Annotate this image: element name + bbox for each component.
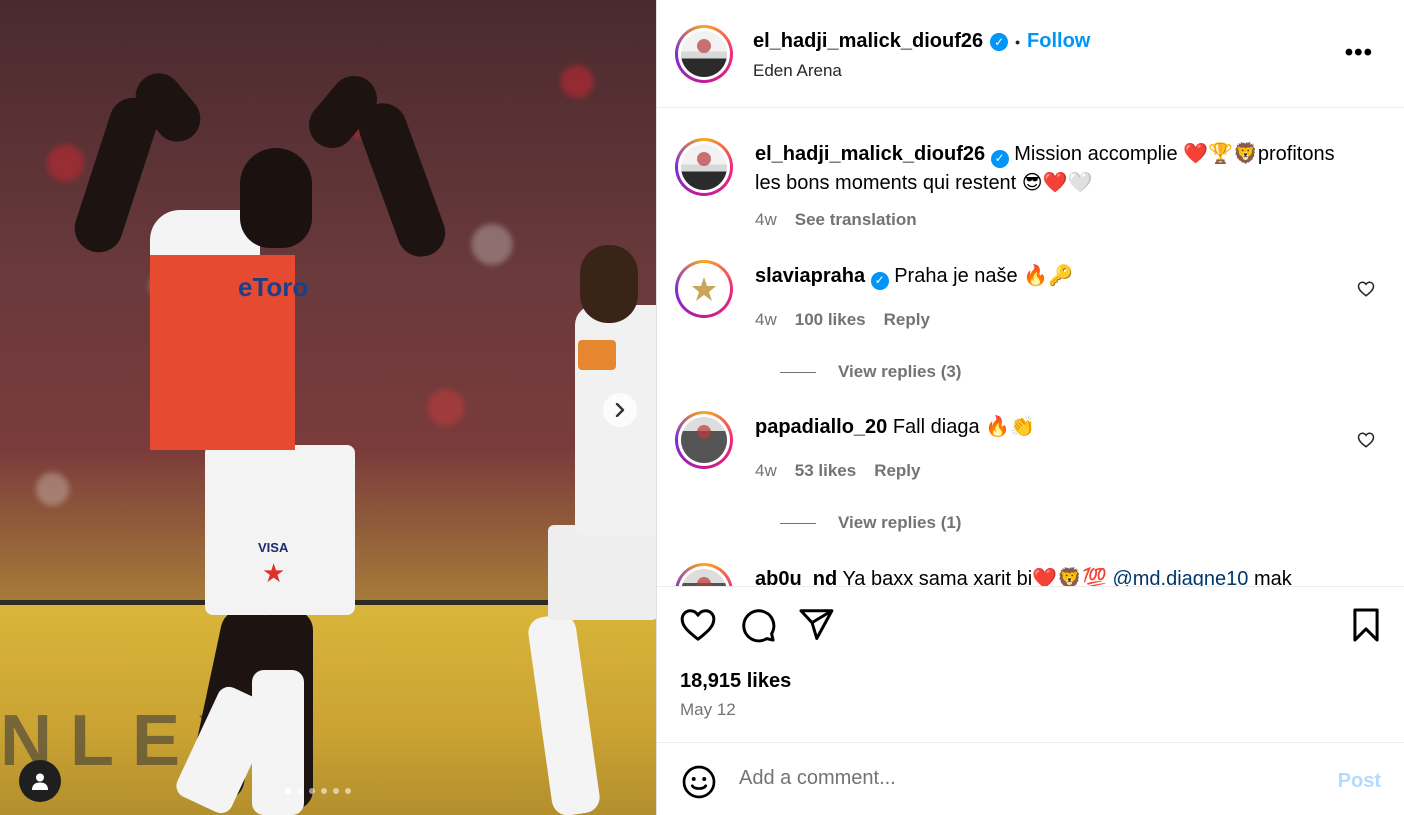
tagged-users-button[interactable]	[19, 760, 61, 802]
comment-username[interactable]: papadiallo_20	[755, 416, 887, 438]
comment-meta: 4w 100 likes Reply	[755, 310, 930, 330]
comments-divider	[657, 586, 1404, 587]
post-location[interactable]: Eden Arena	[753, 61, 842, 81]
verified-badge-icon: ✓	[990, 32, 1009, 51]
share-send-icon[interactable]	[797, 606, 835, 644]
author-avatar[interactable]	[675, 25, 733, 83]
view-replies-label: View replies (3)	[838, 362, 962, 381]
player-shorts	[205, 445, 355, 615]
caption-meta: 4w See translation	[755, 210, 917, 230]
comment-mention[interactable]: @md.diagne10	[1112, 568, 1248, 586]
reply-button[interactable]: Reply	[874, 461, 920, 481]
post-comment-button[interactable]: Post	[1338, 770, 1381, 793]
shorts-sponsor: VISA	[258, 540, 289, 555]
see-translation-button[interactable]: See translation	[795, 210, 917, 230]
post-media[interactable]: NLEY VISA ★ eToro	[0, 0, 656, 815]
caption-time[interactable]: 4w	[755, 210, 777, 230]
comment-body: Ya baxx sama xarit bi❤️🦁💯	[842, 568, 1107, 586]
carousel-dot	[297, 788, 303, 794]
post-header: el_hadji_malick_diouf26 ✓ • Follow Eden …	[675, 25, 1395, 85]
user-icon	[32, 773, 48, 790]
comment-username[interactable]: ab0u_nd	[755, 568, 837, 586]
post-side-panel: el_hadji_malick_diouf26 ✓ • Follow Eden …	[656, 0, 1404, 815]
caption-text: el_hadji_malick_diouf26 ✓ Mission accomp…	[755, 140, 1365, 198]
follow-button[interactable]: Follow	[1027, 30, 1090, 53]
carousel-next-button[interactable]	[603, 393, 637, 427]
author-username[interactable]: el_hadji_malick_diouf26	[753, 30, 983, 53]
comment-meta: 4w 53 likes Reply	[755, 461, 920, 481]
player2-armband	[578, 340, 616, 370]
player2-head	[580, 245, 638, 323]
carousel-dot	[309, 788, 315, 794]
view-replies-button[interactable]: View replies (1)	[780, 513, 961, 533]
caption-username[interactable]: el_hadji_malick_diouf26	[755, 143, 985, 165]
comment-text: slaviapraha ✓ Praha je naše 🔥🔑	[755, 262, 1365, 291]
commenter-avatar[interactable]	[675, 411, 733, 469]
post-modal: NLEY VISA ★ eToro el_hadji_malick_diouf2…	[0, 0, 1404, 815]
separator-dot: •	[1015, 33, 1021, 50]
view-replies-button[interactable]: View replies (3)	[780, 362, 961, 382]
comment-likes[interactable]: 100 likes	[795, 310, 866, 330]
replies-line	[780, 371, 816, 373]
more-options-icon[interactable]: •••	[1345, 41, 1373, 65]
view-replies-label: View replies (1)	[838, 513, 962, 532]
author-avatar[interactable]	[675, 138, 733, 196]
player2-shorts	[548, 525, 656, 620]
carousel-dot	[321, 788, 327, 794]
commenter-avatar[interactable]	[675, 563, 733, 586]
comment-likes[interactable]: 53 likes	[795, 461, 856, 481]
comment-text: papadiallo_20 Fall diaga 🔥👏	[755, 413, 1365, 442]
shirt-sponsor: eToro	[238, 272, 309, 302]
carousel-indicator	[285, 788, 351, 794]
comments-list[interactable]: el_hadji_malick_diouf26 ✓ Mission accomp…	[657, 108, 1404, 586]
comment-time[interactable]: 4w	[755, 310, 777, 330]
player-head	[240, 148, 312, 248]
comment-body: Praha je naše 🔥🔑	[894, 265, 1073, 287]
author-name-row: el_hadji_malick_diouf26 ✓ • Follow	[753, 30, 1090, 53]
slavia-star-icon	[692, 277, 716, 301]
emoji-smiley-icon[interactable]	[681, 764, 717, 800]
chevron-right-icon	[615, 403, 625, 417]
likes-count[interactable]: 18,915 likes	[680, 670, 791, 693]
comment-time[interactable]: 4w	[755, 461, 777, 481]
comment-bubble-icon[interactable]	[739, 606, 777, 644]
carousel-dot	[285, 788, 291, 794]
action-bar	[679, 606, 1389, 646]
carousel-dot	[345, 788, 351, 794]
comment-body-tail: mak	[1253, 568, 1292, 586]
comment-input[interactable]	[739, 767, 1299, 790]
reply-button[interactable]: Reply	[884, 310, 930, 330]
replies-line	[780, 522, 816, 524]
verified-badge-icon: ✓	[990, 149, 1009, 168]
like-heart-icon[interactable]	[679, 606, 717, 644]
verified-badge-icon: ✓	[870, 271, 889, 290]
commenter-avatar[interactable]	[675, 260, 733, 318]
star-badge-icon: ★	[262, 558, 286, 588]
comment-text: ab0u_nd Ya baxx sama xarit bi❤️🦁💯 @md.di…	[755, 565, 1365, 586]
like-comment-heart-icon[interactable]	[1357, 431, 1375, 449]
comment-username[interactable]: slaviapraha	[755, 265, 865, 287]
save-bookmark-icon[interactable]	[1347, 606, 1385, 644]
add-comment-bar: Post	[657, 742, 1404, 815]
carousel-dot	[333, 788, 339, 794]
post-date[interactable]: May 12	[680, 700, 736, 720]
comment-body: Fall diaga 🔥👏	[892, 416, 1035, 438]
like-comment-heart-icon[interactable]	[1357, 280, 1375, 298]
